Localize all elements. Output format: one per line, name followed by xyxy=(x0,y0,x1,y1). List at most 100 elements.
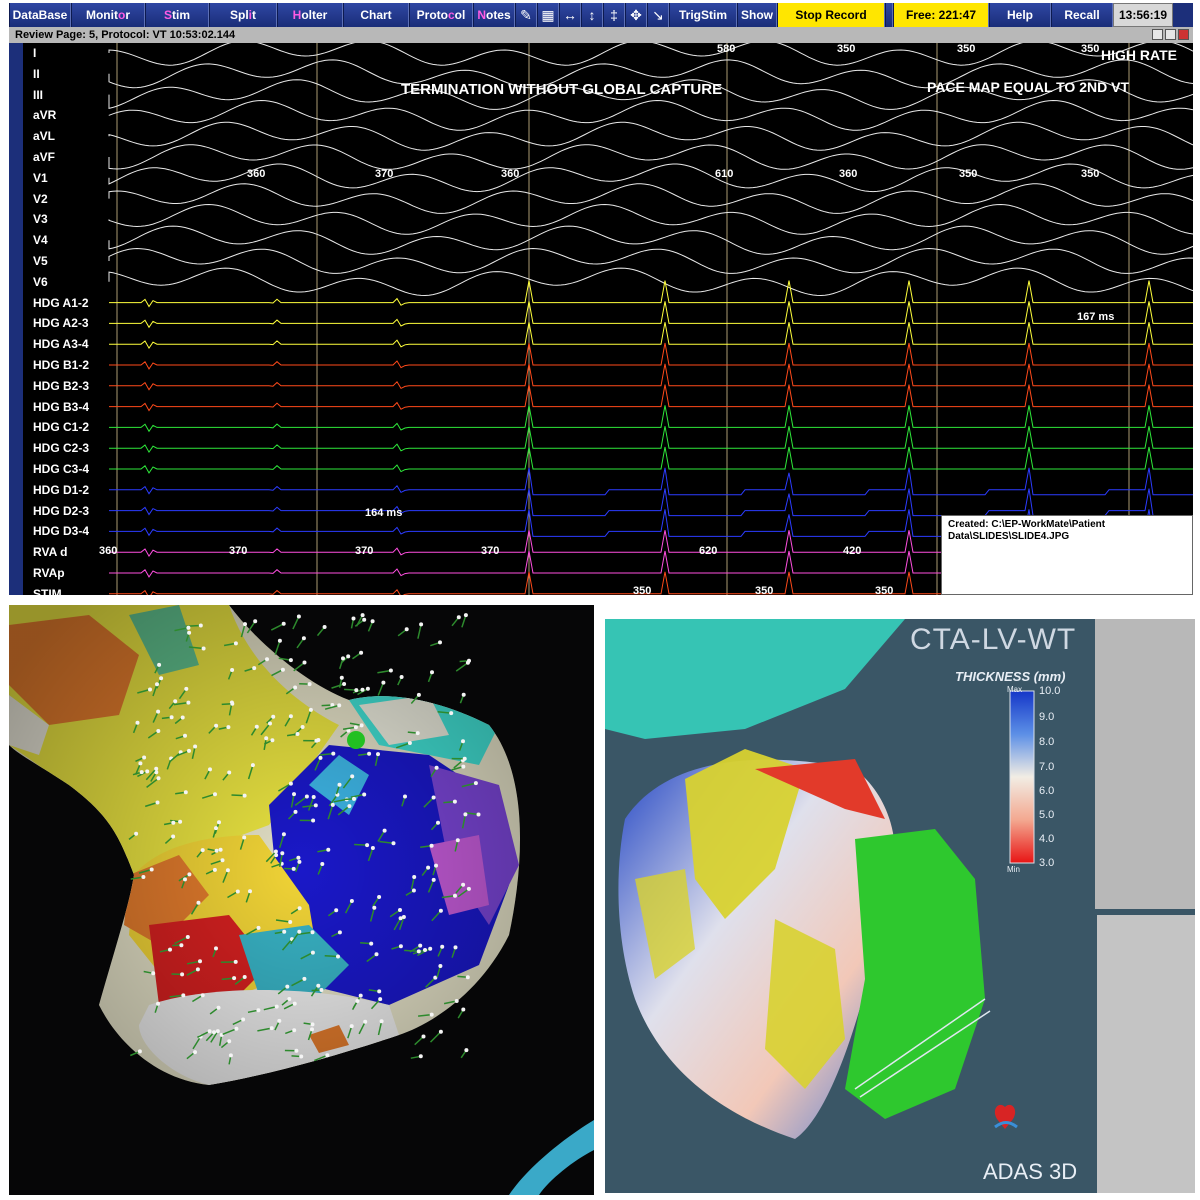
vector-head xyxy=(418,943,423,948)
database-button[interactable]: Data Base xyxy=(9,3,71,27)
vector-head xyxy=(159,676,164,681)
vector-shaft xyxy=(429,1031,442,1043)
vector-head xyxy=(318,755,323,760)
minimize-icon[interactable] xyxy=(1152,29,1163,40)
stim-button[interactable]: Stim xyxy=(145,3,209,27)
stop-record-button[interactable]: Stop Record xyxy=(777,3,885,27)
diagonal-arrow-icon[interactable]: ↘ xyxy=(647,3,669,27)
left-ruler[interactable] xyxy=(9,43,23,595)
vector-head xyxy=(377,989,382,994)
vector-head xyxy=(302,660,307,665)
vector-head xyxy=(156,709,161,714)
vector-head xyxy=(331,751,336,756)
vector-head xyxy=(404,627,409,632)
vector-head xyxy=(292,792,296,797)
channel-label: V3 xyxy=(33,212,48,227)
interval-label: 370 xyxy=(229,545,248,557)
vector-head xyxy=(429,843,434,848)
vector-head xyxy=(377,895,382,899)
vector-head xyxy=(193,1050,197,1055)
vector-head xyxy=(438,908,443,913)
show-button[interactable]: Show xyxy=(737,3,777,27)
recall-button[interactable]: Recall xyxy=(1051,3,1113,27)
vector-head xyxy=(304,794,309,799)
pen-icon[interactable]: ✎ xyxy=(515,3,537,27)
vector-head xyxy=(294,1048,299,1053)
grid-icon[interactable]: ▦ xyxy=(537,3,559,27)
vector-head xyxy=(139,770,144,775)
interval-label: 360 xyxy=(501,168,520,180)
vector-head xyxy=(155,800,160,805)
toolbar: Data Base Monit o r Stim Spl i t Holter Chart… xyxy=(9,3,1193,27)
vector-head xyxy=(274,1004,279,1009)
channel-trace xyxy=(108,99,1193,131)
marker-icon[interactable]: ‡ xyxy=(603,3,625,27)
vector-head xyxy=(218,847,223,852)
channel-label: HDG A1-2 xyxy=(33,295,89,310)
scale-value: 10.0 xyxy=(1039,685,1061,697)
vector-head xyxy=(341,656,345,661)
interval-label: 610 xyxy=(715,168,734,180)
vector-head xyxy=(369,941,374,946)
interval-label: 370 xyxy=(355,545,374,557)
split-button[interactable]: Spl i t xyxy=(209,3,277,27)
channel-trace xyxy=(108,144,1193,170)
vector-head xyxy=(349,1024,354,1029)
vector-head xyxy=(421,1034,426,1039)
vector-head xyxy=(463,613,468,618)
vector-head xyxy=(250,763,255,768)
vector-head xyxy=(268,721,272,726)
caliper-d-label: 164 ms xyxy=(365,507,403,519)
close-icon[interactable] xyxy=(1178,29,1189,40)
vector-head xyxy=(288,920,293,924)
interval-label: 350 xyxy=(1081,43,1100,55)
window-controls xyxy=(1152,29,1189,40)
chart-button[interactable]: Chart xyxy=(343,3,409,27)
maximize-icon[interactable] xyxy=(1165,29,1176,40)
channel-trace xyxy=(108,121,1193,151)
vector-head xyxy=(297,859,302,864)
vertical-caliper-icon[interactable]: ↕ xyxy=(581,3,603,27)
monitor-button[interactable]: Monit o r xyxy=(71,3,145,27)
vector-head xyxy=(195,967,200,972)
interval-label: 350 xyxy=(957,43,976,55)
interval-label: 360 xyxy=(247,168,266,180)
caliper-icon[interactable]: ↔ xyxy=(559,3,581,27)
vector-head xyxy=(297,906,302,911)
vector-head xyxy=(353,725,358,730)
vector-head xyxy=(234,1026,239,1031)
channel-label: HDG B1-2 xyxy=(33,358,90,372)
vector-head xyxy=(186,625,191,630)
vector-head xyxy=(235,889,240,894)
protocol-button[interactable]: Proto c ol xyxy=(409,3,473,27)
interval-label: 420 xyxy=(843,545,862,557)
channel-trace xyxy=(108,267,1193,297)
vector-head xyxy=(372,905,377,910)
holter-button[interactable]: Holter xyxy=(277,3,343,27)
vector-head xyxy=(301,636,306,641)
trace-area[interactable]: I II III aVR aVL aVF V1 V2 V3 V4 V5 V6 HDG A1-2 HDG A… xyxy=(9,43,1193,595)
catheter-tip-marker xyxy=(347,731,365,749)
annotation-high-rate: HIGH RATE xyxy=(1101,47,1177,63)
vector-head xyxy=(300,725,305,729)
channel-label: II xyxy=(33,66,40,81)
ep-recording-window: Data Base Monit o r Stim Spl i t Holter Chart… xyxy=(9,3,1193,595)
scale-value: 5.0 xyxy=(1039,809,1055,821)
vector-head xyxy=(215,1029,220,1034)
trigstim-button[interactable]: TrigStim xyxy=(669,3,737,27)
move-icon[interactable]: ✥ xyxy=(625,3,647,27)
vector-head xyxy=(438,964,443,968)
vector-head xyxy=(297,929,302,934)
notes-button[interactable]: Notes xyxy=(473,3,515,27)
vector-head xyxy=(302,976,307,981)
vector-head xyxy=(452,799,457,804)
vector-head xyxy=(212,867,217,872)
channel-label: V2 xyxy=(33,191,48,206)
vector-head xyxy=(476,812,481,817)
vector-head xyxy=(171,820,176,825)
channel-label: HDG C3-4 xyxy=(33,462,90,476)
vector-head xyxy=(243,622,247,627)
vector-head xyxy=(292,1028,297,1033)
help-button[interactable]: Help xyxy=(989,3,1051,27)
vector-head xyxy=(169,715,174,720)
